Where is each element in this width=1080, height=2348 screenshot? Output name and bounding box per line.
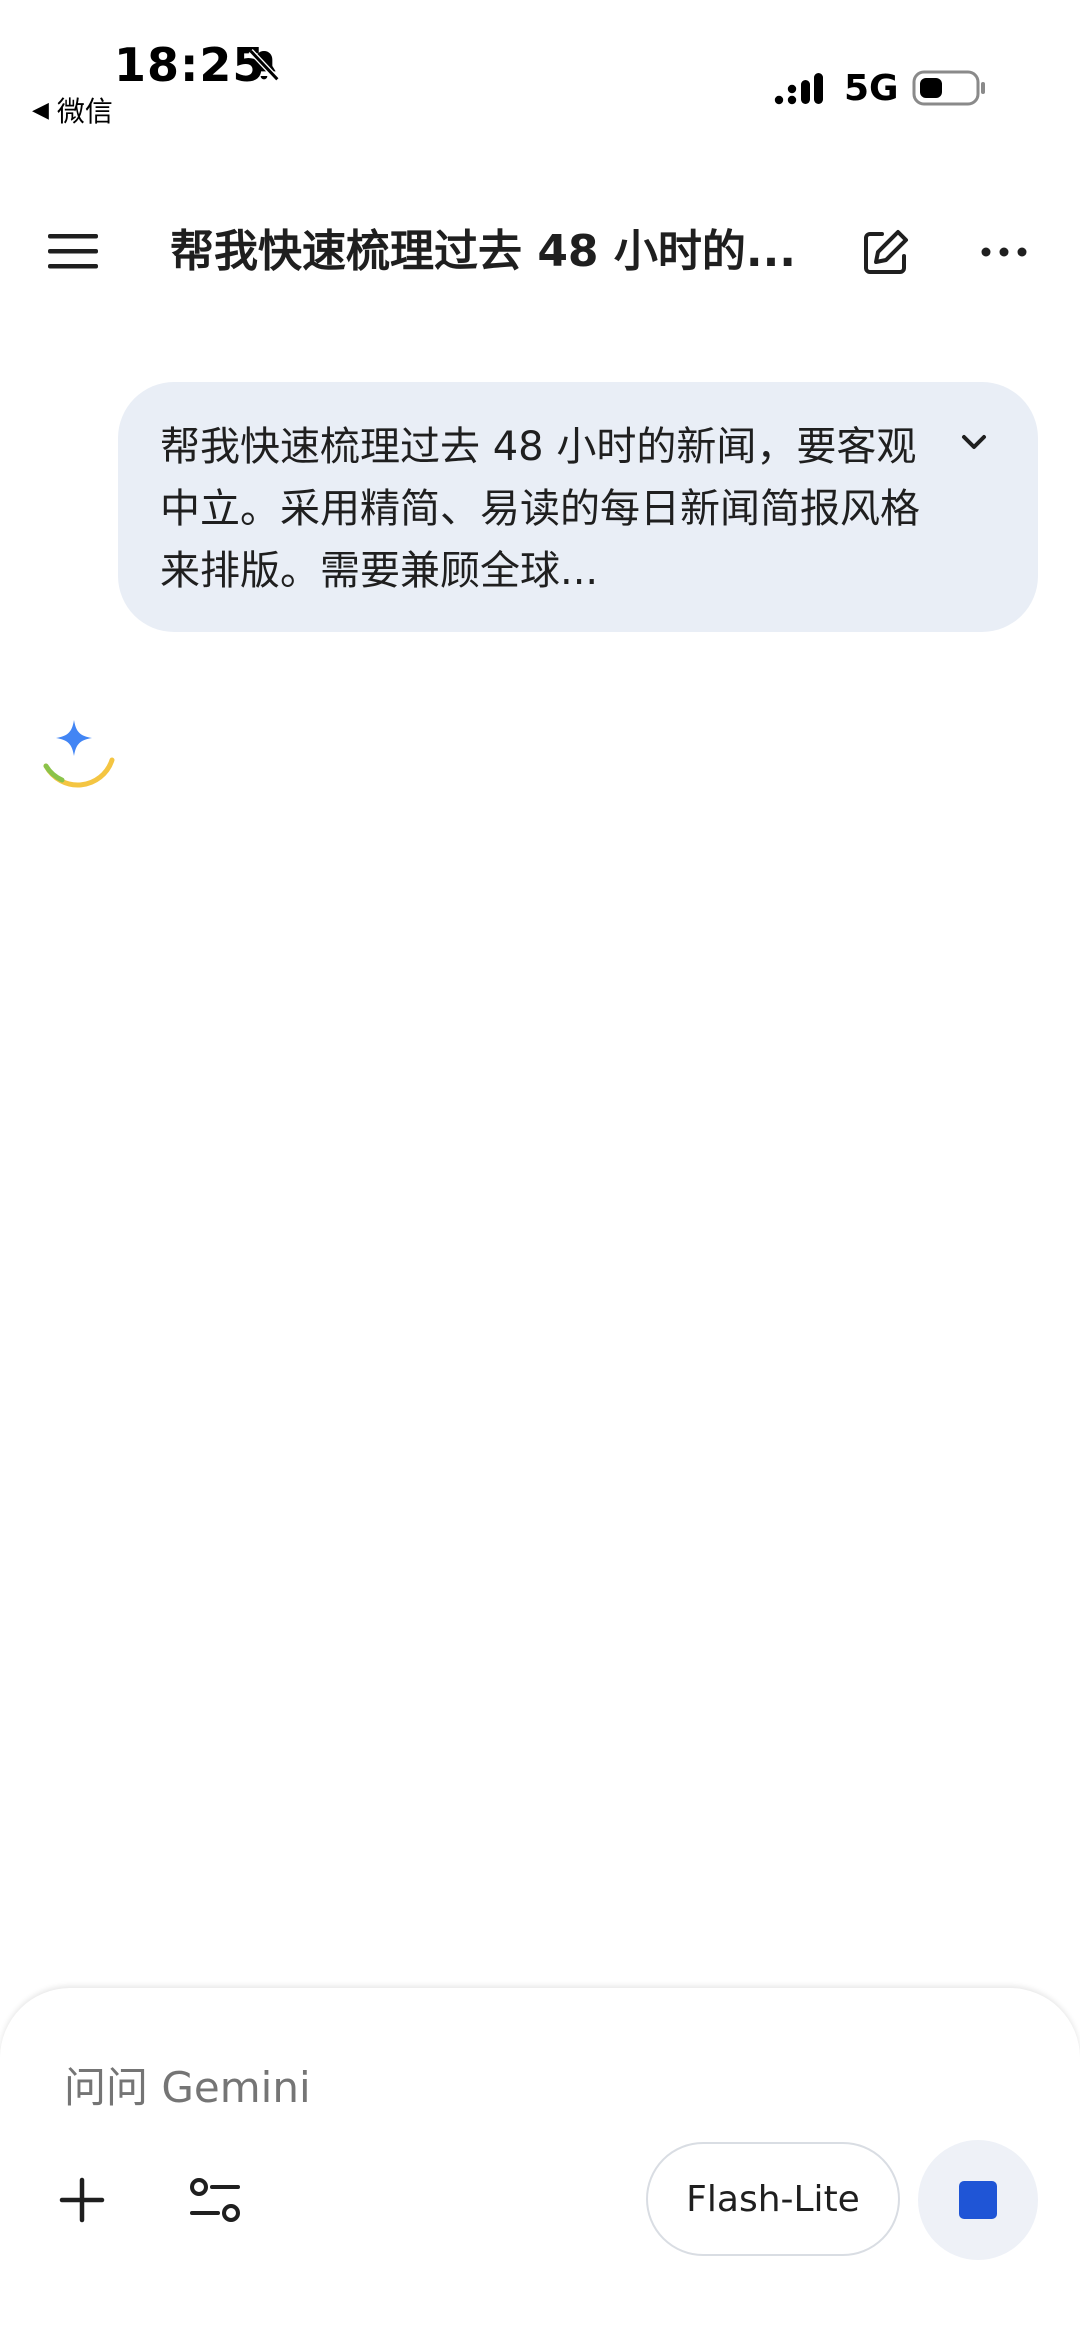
battery-icon bbox=[912, 70, 985, 106]
add-attachment-button[interactable] bbox=[46, 2164, 118, 2236]
user-message-bubble[interactable]: 帮我快速梳理过去 48 小时的新闻，要客观中立。采用精简、易读的每日新闻简报风格… bbox=[118, 382, 1038, 632]
network-type: 5G bbox=[844, 68, 899, 109]
signal-icon bbox=[774, 73, 823, 105]
edit-icon[interactable] bbox=[860, 226, 912, 278]
bell-off-icon bbox=[248, 49, 280, 82]
back-arrow-icon: ◀ bbox=[32, 97, 49, 123]
user-message-text: 帮我快速梳理过去 48 小时的新闻，要客观中立。采用精简、易读的每日新闻简报风格… bbox=[160, 424, 920, 594]
back-to-app[interactable]: ◀ 微信 bbox=[32, 90, 113, 130]
tools-icon bbox=[190, 2178, 240, 2222]
model-selector-button[interactable]: Flash-Lite bbox=[646, 2142, 900, 2256]
back-app-label: 微信 bbox=[56, 95, 113, 128]
stop-icon bbox=[959, 2181, 997, 2219]
gemini-spark-icon bbox=[43, 720, 115, 788]
more-icon[interactable] bbox=[980, 236, 1028, 268]
stop-button[interactable] bbox=[918, 2140, 1038, 2260]
menu-icon[interactable] bbox=[46, 230, 102, 274]
tools-button[interactable] bbox=[180, 2164, 252, 2236]
screen: 18:25 ◀ 微信 5G 帮我快速梳理过去 48 小时的... 帮我快速梳理过… bbox=[0, 0, 1080, 2348]
plus-icon bbox=[59, 2177, 105, 2223]
status-time: 18:25 bbox=[114, 38, 266, 92]
input-panel: Flash-Lite bbox=[0, 1988, 1080, 2348]
top-app-bar: 帮我快速梳理过去 48 小时的... bbox=[0, 200, 1080, 304]
prompt-input[interactable] bbox=[64, 2052, 964, 2122]
conversation-title: 帮我快速梳理过去 48 小时的... bbox=[170, 226, 797, 277]
chevron-down-icon[interactable] bbox=[954, 422, 994, 462]
